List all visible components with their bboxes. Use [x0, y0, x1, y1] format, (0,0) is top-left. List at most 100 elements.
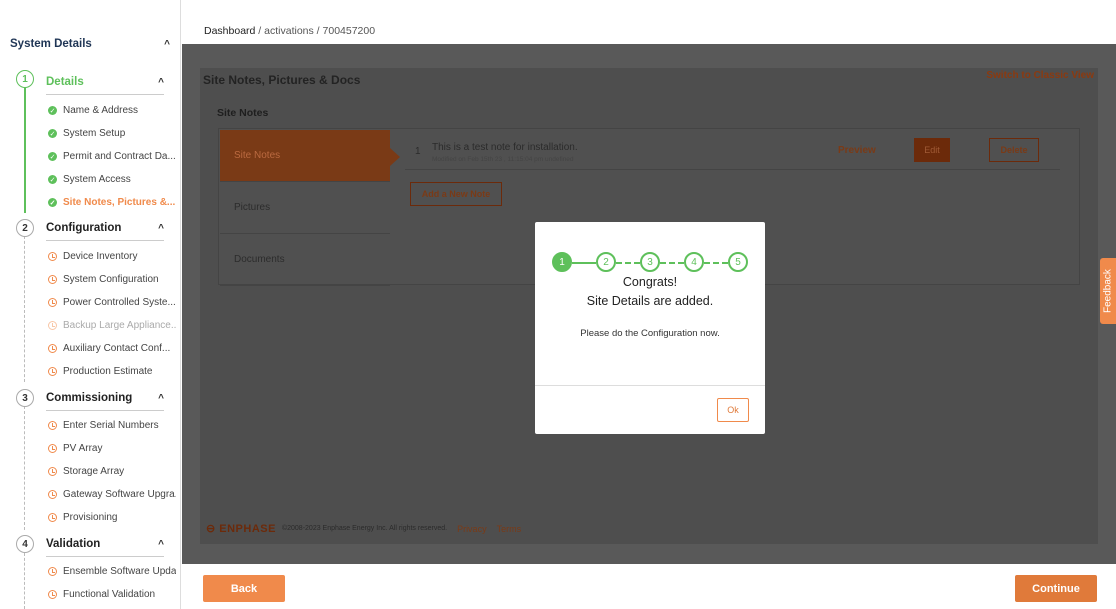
- tab-pictures[interactable]: Pictures: [220, 182, 390, 234]
- clock-icon: [48, 421, 57, 430]
- modal-title: Site Details are added.: [586, 294, 714, 308]
- congrats-modal: 1 2 3 4 5 Congrats! Site Details are add…: [535, 222, 765, 434]
- step-4-circle: 4: [16, 535, 34, 553]
- sidebar-item-production-estimate[interactable]: Production Estimate: [48, 366, 176, 377]
- preview-link[interactable]: Preview: [838, 145, 876, 156]
- stepper-line: [704, 262, 728, 264]
- privacy-link[interactable]: Privacy: [457, 524, 487, 534]
- clock-icon: [48, 344, 57, 353]
- stepper-step-2: 2: [596, 252, 616, 272]
- clock-icon: [48, 275, 57, 284]
- feedback-tab[interactable]: Feedback: [1100, 258, 1116, 324]
- tab-documents[interactable]: Documents: [220, 234, 390, 286]
- section-label: Validation: [46, 538, 101, 550]
- progress-line: [24, 553, 25, 609]
- stepper-step-1: 1: [552, 252, 572, 272]
- section-label: Details: [46, 76, 84, 88]
- step-2-circle: 2: [16, 219, 34, 237]
- step-1-circle: 1: [16, 70, 34, 88]
- note-text: This is a test note for installation.: [432, 142, 578, 153]
- chevron-up-icon[interactable]: ^: [158, 393, 164, 404]
- sidebar-item-backup-appliance: Backup Large Appliance...: [48, 320, 176, 331]
- check-icon: ✓: [48, 152, 57, 161]
- sidebar-item-site-notes[interactable]: ✓ Site Notes, Pictures &...: [48, 197, 176, 208]
- sidebar-item-pv-array[interactable]: PV Array: [48, 443, 176, 454]
- check-icon: ✓: [48, 106, 57, 115]
- footer: ⊖ ENPHASE ©2008-2023 Enphase Energy Inc.…: [206, 522, 521, 535]
- breadcrumb-separator: /: [258, 25, 262, 37]
- top-bar: Dashboard / activations / 700457200: [182, 0, 1116, 44]
- sidebar-item-device-inventory[interactable]: Device Inventory: [48, 251, 176, 262]
- bottom-bar: [182, 564, 1116, 609]
- note-number: 1: [415, 146, 421, 157]
- check-icon: ✓: [48, 198, 57, 207]
- sidebar: System Details ^ 1 Details ^ ✓ Name & Add…: [0, 0, 181, 609]
- delete-button[interactable]: Delete: [989, 138, 1039, 162]
- sidebar-item-name-address[interactable]: ✓ Name & Address: [48, 105, 176, 116]
- clock-icon: [48, 590, 57, 599]
- back-button[interactable]: Back: [203, 575, 285, 602]
- modal-divider: [535, 385, 765, 386]
- clock-icon: [48, 513, 57, 522]
- sidebar-item-gateway-upgrade[interactable]: Gateway Software Upgra...: [48, 489, 176, 500]
- sidebar-item-system-access[interactable]: ✓ System Access: [48, 174, 176, 185]
- section-details[interactable]: Details ^: [46, 76, 164, 95]
- ok-button[interactable]: Ok: [717, 398, 749, 422]
- progress-line: [24, 85, 26, 213]
- modal-message: Please do the Configuration now.: [580, 328, 720, 339]
- divider: [405, 169, 1060, 170]
- section-validation[interactable]: Validation ^: [46, 538, 164, 557]
- section-label: Commissioning: [46, 392, 133, 404]
- system-details-label: System Details: [10, 38, 92, 50]
- clock-icon: [48, 567, 57, 576]
- step-3-circle: 3: [16, 389, 34, 407]
- sidebar-item-permit-contract[interactable]: ✓ Permit and Contract Da...: [48, 151, 176, 162]
- sidebar-item-functional-validation[interactable]: Functional Validation: [48, 589, 176, 600]
- sidebar-item-ensemble-update[interactable]: Ensemble Software Upda...: [48, 566, 176, 577]
- sidebar-item-storage-array[interactable]: Storage Array: [48, 466, 176, 477]
- terms-link[interactable]: Terms: [497, 524, 522, 534]
- breadcrumb-activation-id: 700457200: [322, 25, 376, 37]
- breadcrumb: Dashboard / activations / 700457200: [204, 25, 375, 37]
- switch-classic-view-link[interactable]: Switch to Classic View: [986, 70, 1094, 81]
- section-label: Configuration: [46, 222, 122, 234]
- stepper-step-5: 5: [728, 252, 748, 272]
- sidebar-item-serial-numbers[interactable]: Enter Serial Numbers: [48, 420, 176, 431]
- chevron-up-icon[interactable]: ^: [158, 539, 164, 550]
- copyright-text: ©2008-2023 Enphase Energy Inc. All right…: [281, 525, 448, 532]
- breadcrumb-activations[interactable]: activations: [264, 25, 314, 37]
- section-configuration[interactable]: Configuration ^: [46, 222, 164, 241]
- sidebar-item-system-configuration[interactable]: System Configuration: [48, 274, 176, 285]
- system-details-header[interactable]: System Details ^: [10, 38, 170, 50]
- breadcrumb-separator: /: [316, 25, 320, 37]
- site-notes-heading: Site Notes: [217, 107, 269, 119]
- chevron-up-icon[interactable]: ^: [164, 39, 170, 50]
- sidebar-item-system-setup[interactable]: ✓ System Setup: [48, 128, 176, 139]
- check-icon: ✓: [48, 129, 57, 138]
- clock-icon: [48, 367, 57, 376]
- tab-site-notes[interactable]: Site Notes: [220, 130, 390, 182]
- progress-line: [24, 236, 25, 382]
- section-commissioning[interactable]: Commissioning ^: [46, 392, 164, 411]
- check-icon: ✓: [48, 175, 57, 184]
- chevron-up-icon[interactable]: ^: [158, 223, 164, 234]
- chevron-up-icon[interactable]: ^: [158, 77, 164, 88]
- breadcrumb-dashboard[interactable]: Dashboard: [204, 25, 255, 37]
- sidebar-item-power-controlled[interactable]: Power Controlled Syste...: [48, 297, 176, 308]
- clock-icon: [48, 298, 57, 307]
- page-title: Site Notes, Pictures & Docs: [203, 73, 361, 87]
- stepper-step-4: 4: [684, 252, 704, 272]
- clock-icon: [48, 444, 57, 453]
- edit-button[interactable]: Edit: [914, 138, 950, 162]
- sidebar-item-auxiliary-contact[interactable]: Auxiliary Contact Conf...: [48, 343, 176, 354]
- continue-button[interactable]: Continue: [1015, 575, 1097, 602]
- stepper-line: [616, 262, 640, 264]
- clock-icon: [48, 252, 57, 261]
- note-meta: Modified on Feb 15th 23 , 11:15:04 pm un…: [432, 156, 574, 163]
- stepper-line: [660, 262, 684, 264]
- add-note-button[interactable]: Add a New Note: [410, 182, 502, 206]
- selected-tab-arrow-icon: [390, 148, 400, 166]
- stepper-line: [572, 262, 596, 264]
- sidebar-item-provisioning[interactable]: Provisioning: [48, 512, 176, 523]
- modal-congrats-text: Congrats!: [622, 275, 678, 289]
